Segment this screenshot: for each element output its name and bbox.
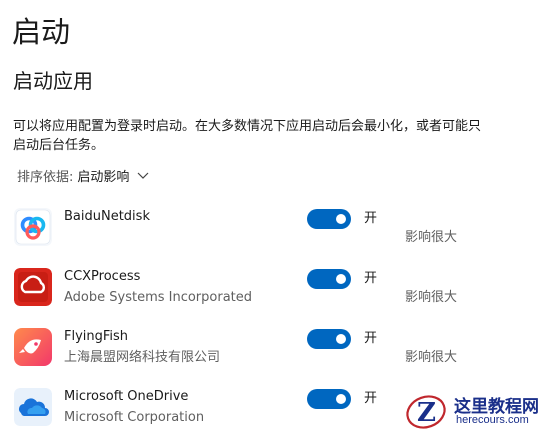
app-name: CCXProcess [64, 269, 141, 284]
toggle-knob [336, 274, 346, 284]
app-name: FlyingFish [64, 329, 129, 344]
page-title: 启动 [12, 15, 71, 49]
onedrive-icon [14, 388, 52, 426]
adobe-creative-cloud-icon [14, 268, 52, 306]
app-name: Microsoft OneDrive [64, 389, 189, 404]
site-watermark: Z 这里教程网 herecours.com [402, 388, 549, 432]
app-publisher: Microsoft Corporation [64, 410, 205, 425]
toggle-knob [336, 214, 346, 224]
app-name: BaiduNetdisk [64, 209, 150, 224]
startup-toggle-baidunetdisk[interactable] [307, 209, 351, 229]
startup-impact: 影响很大 [405, 290, 458, 305]
app-publisher: Adobe Systems Incorporated [64, 290, 253, 305]
startup-toggle-ccxprocess[interactable] [307, 269, 351, 289]
app-publisher: 上海晨盟网络科技有限公司 [64, 350, 221, 365]
app-row-baidunetdisk: BaiduNetdisk 开 影响很大 [0, 203, 549, 251]
watermark-logo-icon: Z [406, 395, 446, 429]
startup-toggle-flyingfish[interactable] [307, 329, 351, 349]
startup-impact: 影响很大 [405, 230, 458, 245]
sort-value: 启动影响 [77, 169, 130, 185]
toggle-state-label: 开 [364, 271, 378, 286]
app-row-ccxprocess: CCXProcess Adobe Systems Incorporated 开 … [0, 263, 549, 311]
baidunetdisk-icon [14, 208, 52, 246]
watermark-url: herecours.com [456, 414, 529, 426]
toggle-state-label: 开 [364, 331, 378, 346]
toggle-knob [336, 334, 346, 344]
chevron-down-icon [137, 169, 149, 181]
sort-label: 排序依据: [17, 169, 74, 185]
toggle-state-label: 开 [364, 211, 378, 226]
toggle-state-label: 开 [364, 391, 378, 406]
app-row-flyingfish: FlyingFish 上海晨盟网络科技有限公司 开 影响很大 [0, 323, 549, 371]
startup-impact: 影响很大 [405, 350, 458, 365]
toggle-knob [336, 394, 346, 404]
sort-dropdown[interactable]: 排序依据: 启动影响 [17, 165, 149, 185]
startup-toggle-onedrive[interactable] [307, 389, 351, 409]
section-title: 启动应用 [13, 69, 93, 93]
description-text: 可以将应用配置为登录时启动。在大多数情况下应用启动后会最小化，或者可能只启动后台… [13, 119, 482, 153]
flyingfish-icon [14, 328, 52, 366]
svg-text:Z: Z [417, 398, 436, 428]
startup-settings-page: 启动 启动应用 可以将应用配置为登录时启动。在大多数情况下应用启动后会最小化，或… [0, 0, 549, 432]
